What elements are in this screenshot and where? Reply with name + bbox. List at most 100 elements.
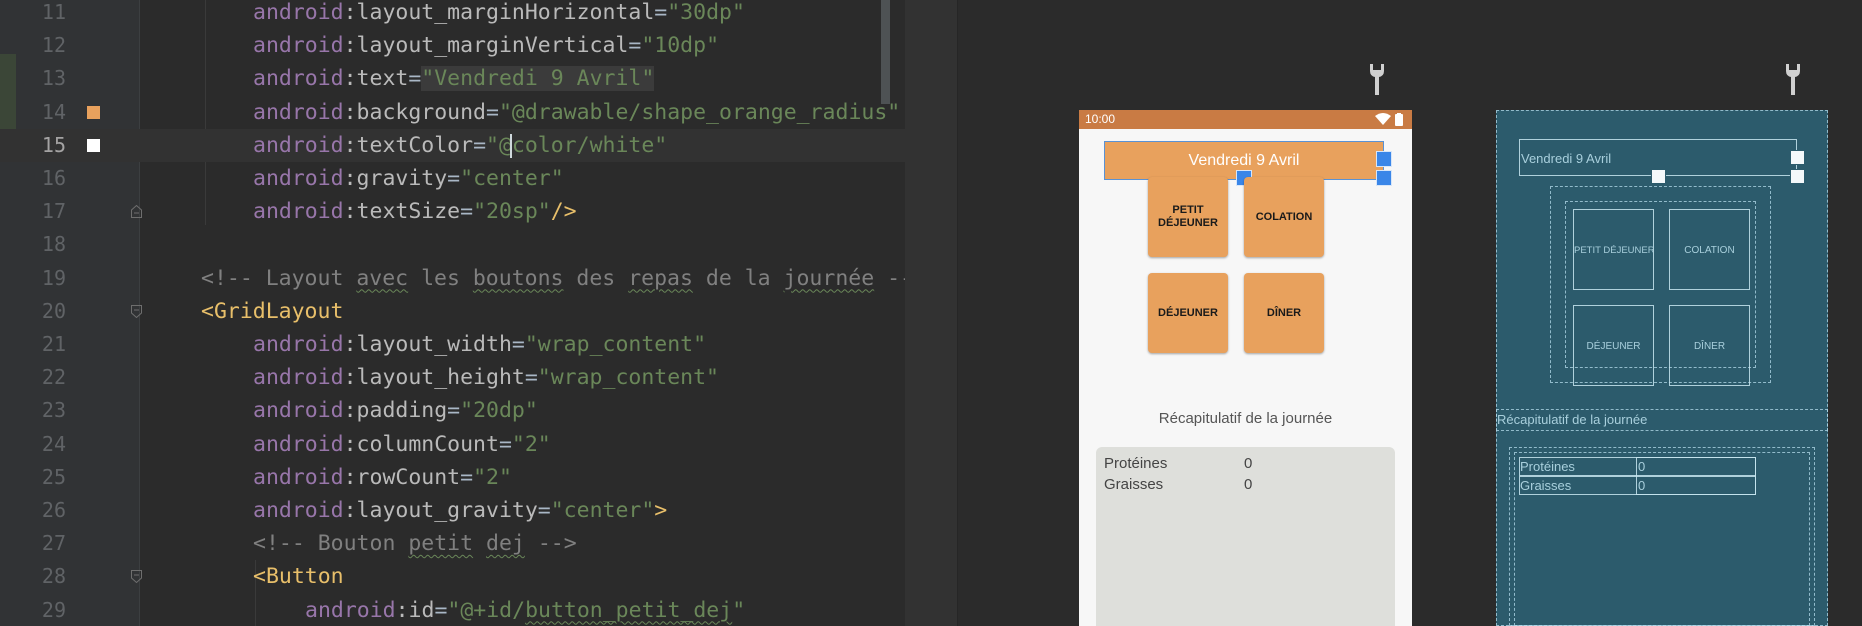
wrench-icon[interactable] bbox=[1367, 62, 1387, 96]
code-line[interactable]: 24 android:columnCount="2" bbox=[0, 428, 905, 461]
diner-button[interactable]: DÎNER bbox=[1244, 273, 1324, 353]
code-text[interactable]: <!-- Bouton petit dej --> bbox=[253, 527, 577, 560]
code-line[interactable]: 26 android:layout_gravity="center"> bbox=[0, 494, 905, 527]
code-token: boutons bbox=[472, 265, 564, 291]
code-token: <!-- Layout bbox=[201, 265, 357, 291]
code-text[interactable]: android:text="Vendredi 9 Avril" bbox=[253, 62, 655, 95]
code-line[interactable]: 25 android:rowCount="2" bbox=[0, 461, 905, 494]
summary-value-graisses: 0 bbox=[1244, 476, 1253, 493]
code-text[interactable]: android:columnCount="2" bbox=[253, 428, 551, 461]
resize-handle[interactable] bbox=[1651, 169, 1666, 184]
fold-start-icon[interactable] bbox=[131, 570, 142, 584]
code-token: "10dp" bbox=[641, 33, 720, 59]
panel-divider[interactable] bbox=[905, 0, 958, 626]
code-line[interactable]: 22 android:layout_height="wrap_content" bbox=[0, 361, 905, 394]
fold-start-icon[interactable] bbox=[131, 304, 142, 318]
code-line[interactable]: 13 android:text="Vendredi 9 Avril" bbox=[0, 62, 905, 95]
collation-button[interactable]: COLATION bbox=[1244, 177, 1324, 257]
resize-handle[interactable] bbox=[1376, 151, 1392, 167]
blueprint-value-column bbox=[1636, 457, 1756, 495]
code-text[interactable]: android:id="@+id/button_petit_dej" bbox=[305, 594, 745, 626]
code-token: <!-- Bouton bbox=[253, 531, 409, 557]
code-text[interactable]: <!-- Layout avec les boutons des repas d… bbox=[201, 262, 905, 295]
code-text[interactable]: android:layout_gravity="center"> bbox=[253, 494, 667, 527]
code-text[interactable]: android:textSize="20sp"/> bbox=[253, 195, 577, 228]
blueprint-summary-title-label: Récapitulatif de la journée bbox=[1497, 412, 1648, 427]
code-line[interactable]: 17 android:textSize="20sp"/> bbox=[0, 195, 905, 228]
editor-scrollbar-thumb[interactable] bbox=[881, 0, 890, 104]
code-line[interactable]: 14 android:background="@drawable/shape_or… bbox=[0, 96, 905, 129]
code-token: android bbox=[253, 99, 344, 125]
blueprint-view[interactable]: Vendredi 9 Avril PETIT DÉJEUNER COLATION… bbox=[1496, 110, 1828, 626]
resize-handle[interactable] bbox=[1790, 169, 1805, 184]
code-token: des bbox=[563, 265, 629, 291]
code-text[interactable]: android:layout_marginHorizontal="30dp" bbox=[253, 0, 745, 29]
code-text[interactable]: <GridLayout bbox=[201, 295, 343, 328]
code-token: petit bbox=[408, 531, 474, 557]
code-line[interactable]: 16 android:gravity="center" bbox=[0, 162, 905, 195]
code-token: android bbox=[253, 431, 344, 457]
code-editor[interactable]: 11 android:layout_marginHorizontal="30dp"… bbox=[0, 0, 905, 626]
code-line[interactable]: 15 android:textColor="@color/white" bbox=[0, 128, 905, 162]
code-line[interactable]: 28 <Button bbox=[0, 560, 905, 593]
color-swatch-icon[interactable] bbox=[87, 105, 100, 119]
design-view-phone[interactable]: 10:00 Vendredi 9 Avril PETIT DÉJEUNER CO… bbox=[1079, 110, 1412, 626]
code-line[interactable]: 18 bbox=[0, 228, 905, 261]
code-token: "20sp" bbox=[473, 199, 551, 225]
code-line[interactable]: 11 android:layout_marginHorizontal="30dp" bbox=[0, 0, 905, 29]
code-token: :layout_width bbox=[343, 332, 512, 357]
code-token: :columnCount bbox=[343, 431, 499, 457]
code-token: "2" bbox=[473, 464, 512, 490]
code-token: = bbox=[511, 332, 525, 357]
code-line[interactable]: 23 android:padding="20dp" bbox=[0, 394, 905, 427]
code-token: "@ bbox=[486, 132, 512, 158]
resize-handle[interactable] bbox=[1376, 170, 1392, 186]
line-number: 18 bbox=[41, 232, 66, 257]
blueprint-diner-label: DÎNER bbox=[1693, 341, 1726, 352]
code-token: :gravity bbox=[343, 166, 448, 191]
code-token: = bbox=[498, 431, 512, 457]
code-line[interactable]: 21 android:layout_width="wrap_content" bbox=[0, 328, 905, 361]
line-number: 28 bbox=[41, 564, 66, 589]
code-token: :padding bbox=[343, 398, 448, 424]
code-line[interactable]: 20 <GridLayout bbox=[0, 295, 905, 328]
code-text[interactable]: android:layout_width="wrap_content" bbox=[253, 328, 706, 361]
code-text[interactable]: android:gravity="center" bbox=[253, 162, 564, 195]
resize-handle[interactable] bbox=[1790, 150, 1805, 165]
petit-dejeuner-button[interactable]: PETIT DÉJEUNER bbox=[1148, 177, 1228, 257]
code-text[interactable]: android:layout_height="wrap_content" bbox=[253, 361, 719, 394]
code-token: android bbox=[253, 0, 344, 25]
wrench-icon[interactable] bbox=[1783, 62, 1803, 96]
line-number: 17 bbox=[41, 199, 66, 224]
blueprint-petit-dejeuner-label: PETIT DÉJEUNER bbox=[1574, 245, 1653, 256]
code-text[interactable]: android:padding="20dp" bbox=[253, 394, 538, 427]
code-token: :layout_marginHorizontal bbox=[343, 0, 655, 25]
blueprint-collation-label: COLATION bbox=[1684, 245, 1735, 256]
fold-end-icon[interactable] bbox=[131, 205, 142, 219]
code-text[interactable]: <Button bbox=[253, 560, 344, 593]
color-swatch-icon[interactable] bbox=[87, 138, 100, 152]
summary-label-proteines: Protéines bbox=[1104, 455, 1168, 472]
line-number: 14 bbox=[41, 99, 66, 124]
code-token: button_petit_dej bbox=[525, 597, 733, 623]
line-number: 20 bbox=[41, 298, 66, 323]
code-text[interactable]: android:background="@drawable/shape_oran… bbox=[253, 96, 900, 129]
code-token: avec bbox=[356, 265, 409, 291]
dejeuner-button[interactable]: DÉJEUNER bbox=[1148, 273, 1228, 353]
code-text[interactable]: android:rowCount="2" bbox=[253, 461, 512, 494]
code-token: android bbox=[253, 199, 344, 225]
code-line[interactable]: 27 <!-- Bouton petit dej --> bbox=[0, 527, 905, 560]
line-number: 22 bbox=[41, 365, 66, 390]
code-text[interactable]: android:layout_marginVertical="10dp" bbox=[253, 29, 719, 62]
code-token: "@drawable/shape_orange_radius" bbox=[498, 99, 901, 125]
blueprint-label-graisses: Graisses bbox=[1520, 478, 1572, 493]
code-text[interactable]: android:textColor="@color/white" bbox=[253, 129, 667, 162]
code-line[interactable]: 12 android:layout_marginVertical="10dp" bbox=[0, 29, 905, 62]
code-line[interactable]: 29 android:id="@+id/button_petit_dej" bbox=[0, 594, 905, 626]
code-token: = bbox=[537, 498, 551, 523]
line-number: 19 bbox=[41, 265, 66, 290]
code-token: android bbox=[253, 498, 344, 523]
code-token: android bbox=[253, 132, 344, 158]
code-line[interactable]: 19 <!-- Layout avec les boutons des repas… bbox=[0, 262, 905, 295]
